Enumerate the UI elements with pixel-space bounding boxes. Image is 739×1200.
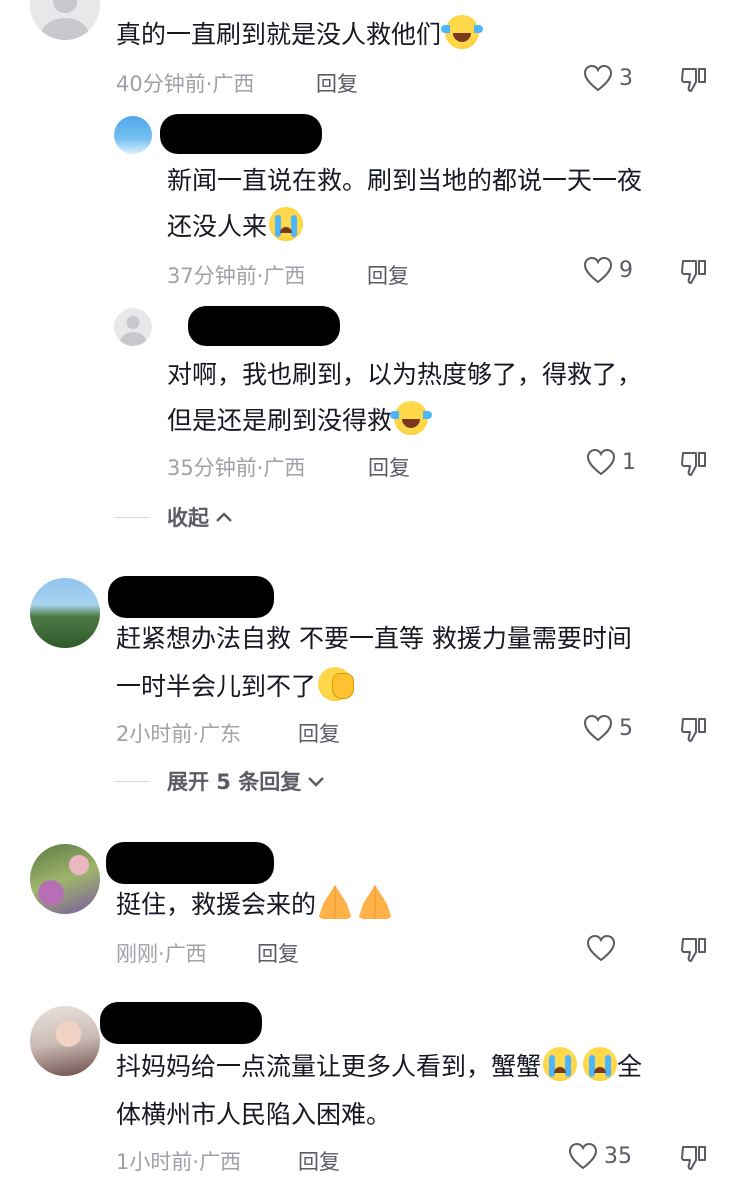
comment-text: 体横州市人民陷入困难。	[116, 1100, 392, 1129]
crying-laughing-emoji-icon	[390, 401, 433, 435]
heart-outline-icon	[583, 256, 613, 284]
like-button[interactable]: 9	[583, 256, 633, 284]
chevron-up-icon	[216, 512, 232, 522]
reply-button[interactable]: 回复	[298, 1146, 340, 1176]
comment-text: 抖妈妈给一点流量让更多人看到，蟹蟹全	[116, 1044, 642, 1090]
like-count: 9	[619, 257, 633, 283]
collapse-replies-button[interactable]: 收起	[114, 502, 233, 532]
like-button[interactable]: 35	[568, 1142, 632, 1170]
comment-meta: 37分钟前·广西	[167, 264, 306, 288]
reply-button[interactable]: 回复	[367, 260, 409, 290]
crying-laughing-emoji-icon	[441, 15, 484, 49]
avatar[interactable]	[30, 578, 100, 648]
crying-emoji-icon	[583, 1047, 618, 1081]
thumbs-down-icon[interactable]	[680, 66, 708, 94]
comment-text: 新闻一直说在救。刷到当地的都说一天一夜	[167, 166, 643, 195]
thumbs-down-icon[interactable]	[680, 936, 708, 964]
avatar[interactable]	[30, 0, 100, 40]
like-count: 1	[622, 449, 636, 475]
praying-hands-emoji-icon	[358, 885, 393, 919]
reply-button[interactable]: 回复	[316, 68, 358, 98]
thumbs-down-icon[interactable]	[680, 1144, 708, 1172]
reply-button[interactable]: 回复	[298, 718, 340, 748]
redacted-username	[106, 842, 274, 884]
avatar[interactable]	[30, 844, 100, 914]
crying-emoji-icon	[269, 207, 304, 241]
comment-text: 真的一直刷到就是没人救他们	[116, 12, 484, 58]
like-count: 35	[604, 1143, 632, 1169]
crying-emoji-icon	[543, 1047, 578, 1081]
like-count: 5	[619, 715, 633, 741]
comment-text: 一时半会儿到不了	[116, 664, 355, 710]
avatar[interactable]	[114, 116, 152, 154]
redacted-username	[188, 306, 340, 346]
reply-button[interactable]: 回复	[257, 938, 299, 968]
comment-list: 真的一直刷到就是没人救他们 40分钟前·广西 回复 3 新闻一直说在救。刷到当地…	[0, 0, 739, 1200]
like-button[interactable]: 1	[586, 448, 636, 476]
heart-outline-icon	[583, 64, 613, 92]
comment-meta: 40分钟前·广西	[116, 72, 255, 96]
thumbs-down-icon[interactable]	[680, 716, 708, 744]
like-count: 3	[619, 65, 633, 91]
comment-meta: 2小时前·广东	[116, 722, 242, 746]
heart-outline-icon	[586, 934, 616, 962]
comment-meta: 刚刚·广西	[116, 942, 207, 966]
avatar[interactable]	[114, 308, 152, 346]
comment-text: 赶紧想办法自救 不要一直等 救援力量需要时间	[116, 624, 632, 653]
thumbs-down-icon[interactable]	[680, 450, 708, 478]
divider	[114, 516, 150, 518]
divider	[114, 780, 150, 782]
heart-outline-icon	[568, 1142, 598, 1170]
facepalm-emoji-icon	[318, 667, 355, 701]
like-button[interactable]: 5	[583, 714, 633, 742]
redacted-username	[108, 576, 274, 618]
avatar[interactable]	[30, 1006, 100, 1076]
expand-label: 展开 5 条回复	[167, 770, 302, 794]
comment-meta: 1小时前·广西	[116, 1150, 242, 1174]
chevron-down-icon	[308, 777, 325, 787]
redacted-username	[100, 1002, 262, 1044]
comment-meta: 35分钟前·广西	[167, 456, 306, 480]
heart-outline-icon	[583, 714, 613, 742]
heart-outline-icon	[586, 448, 616, 476]
comment-text: 还没人来	[167, 204, 304, 250]
comment-text: 挺住，救援会来的	[116, 882, 393, 928]
praying-hands-emoji-icon	[318, 885, 353, 919]
collapse-label: 收起	[167, 506, 209, 530]
comment-text: 但是还是刷到没得救	[167, 398, 433, 444]
redacted-username	[160, 114, 322, 154]
comment-text: 对啊，我也刷到，以为热度够了，得救了，	[167, 360, 643, 389]
thumbs-down-icon[interactable]	[680, 258, 708, 286]
reply-button[interactable]: 回复	[368, 452, 410, 482]
like-button[interactable]	[586, 934, 622, 962]
like-button[interactable]: 3	[583, 64, 633, 92]
expand-replies-button[interactable]: 展开 5 条回复	[114, 766, 325, 796]
